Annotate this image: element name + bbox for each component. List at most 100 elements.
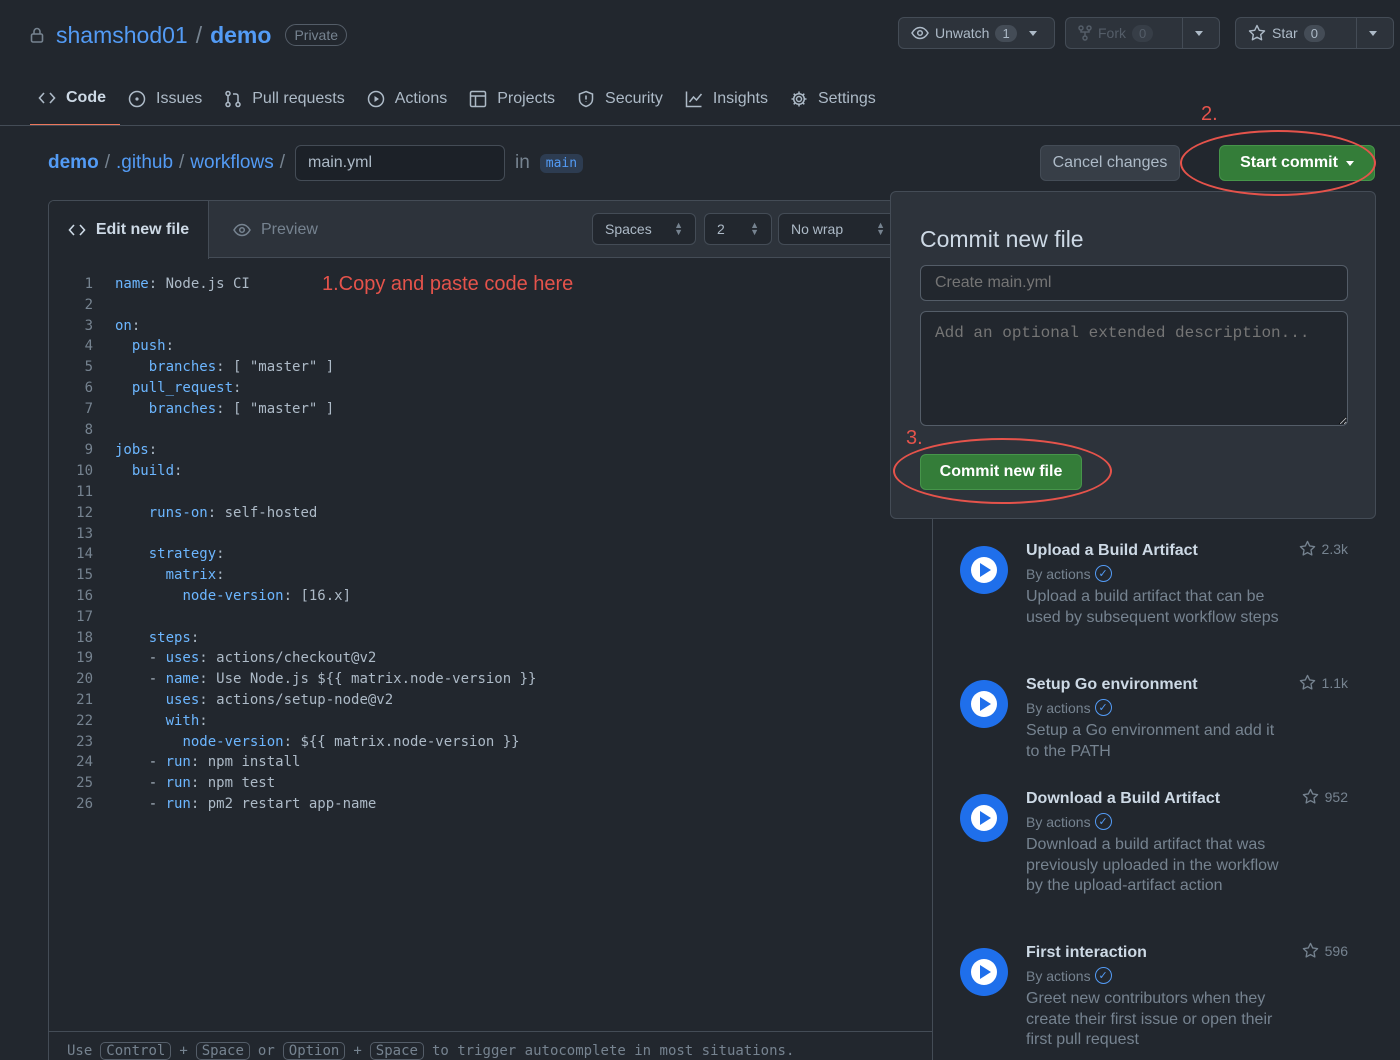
breadcrumb-workflows-link[interactable]: workflows bbox=[190, 152, 273, 174]
star-count: 596 bbox=[1324, 942, 1348, 959]
tab-security[interactable]: Security bbox=[569, 78, 677, 120]
wrap-mode-value: No wrap bbox=[791, 221, 844, 237]
star-icon bbox=[1302, 788, 1318, 804]
hint-text: to trigger autocomplete in most situatio… bbox=[431, 1043, 795, 1059]
fork-button[interactable]: Fork 0 bbox=[1066, 18, 1182, 48]
fork-button-group: Fork 0 bbox=[1065, 17, 1220, 49]
play-icon bbox=[367, 90, 384, 108]
code-icon bbox=[38, 92, 56, 104]
line-number: 11 bbox=[76, 484, 93, 500]
action-stars: 2.3k bbox=[1299, 540, 1348, 557]
line-number: 16 bbox=[76, 588, 93, 604]
line-number: 17 bbox=[76, 608, 93, 625]
action-stars: 952 bbox=[1302, 788, 1348, 805]
select-arrows-icon: ▲ ▼ bbox=[876, 220, 885, 237]
tab-insights[interactable]: Insights bbox=[677, 78, 782, 120]
action-description: Greet new contributors when they create … bbox=[1026, 990, 1273, 1048]
filename-input[interactable] bbox=[294, 145, 505, 181]
tab-label: Pull requests bbox=[252, 90, 345, 107]
line-number: 3 bbox=[84, 317, 93, 334]
action-title[interactable]: Download a Build Artifact bbox=[1026, 790, 1220, 808]
line-number: 13 bbox=[76, 525, 93, 542]
commit-description-textarea[interactable] bbox=[920, 311, 1348, 426]
repo-header: shamshod01 / demo Private bbox=[30, 18, 348, 52]
indent-mode-select[interactable]: Spaces ▲ ▼ bbox=[592, 213, 696, 245]
eye-icon bbox=[233, 223, 251, 236]
tab-projects[interactable]: Projects bbox=[461, 78, 569, 120]
tab-settings[interactable]: Settings bbox=[782, 78, 890, 120]
tab-preview[interactable]: Preview bbox=[233, 201, 318, 258]
unwatch-button[interactable]: Unwatch 1 bbox=[899, 18, 1049, 48]
star-dropdown[interactable] bbox=[1356, 18, 1389, 48]
code-line: with: bbox=[165, 712, 208, 729]
breadcrumb-slash: / bbox=[104, 152, 110, 173]
line-number: 26 bbox=[76, 796, 93, 812]
line-number: 1 bbox=[84, 276, 93, 292]
indent-size-value: 2 bbox=[717, 221, 725, 237]
cancel-changes-button[interactable]: Cancel changes bbox=[1040, 145, 1180, 181]
action-title[interactable]: First interaction bbox=[1026, 944, 1147, 962]
line-number: 9 bbox=[84, 442, 93, 459]
action-description: Download a build artifact that was previ… bbox=[1026, 836, 1279, 894]
branch-prefix: in bbox=[514, 152, 530, 173]
code-editor: Edit new file Preview Spaces ▲ ▼ 2 ▲ ▼ No … bbox=[48, 200, 933, 1060]
verified-icon: ✓ bbox=[1094, 813, 1112, 830]
tab-actions[interactable]: Actions bbox=[359, 78, 461, 120]
line-number: 23 bbox=[76, 733, 93, 750]
breadcrumb-repo-link[interactable]: demo bbox=[48, 152, 99, 174]
select-arrows-icon: ▲ ▼ bbox=[674, 220, 683, 237]
code-line: runs-on: self-hosted bbox=[148, 504, 318, 521]
gear-icon bbox=[791, 91, 807, 107]
commit-summary-input[interactable] bbox=[920, 265, 1348, 301]
tab-pull-requests[interactable]: Pull requests bbox=[216, 78, 359, 120]
chevron-down-icon bbox=[1028, 30, 1037, 36]
tab-edit-file[interactable]: Edit new file bbox=[49, 201, 209, 259]
line-number: 6 bbox=[84, 380, 93, 396]
line-number: 5 bbox=[84, 359, 93, 376]
eye-icon bbox=[911, 26, 929, 40]
line-number: 24 bbox=[76, 754, 93, 771]
star-icon bbox=[1302, 942, 1318, 958]
kbd-option: Option bbox=[282, 1042, 346, 1060]
star-button[interactable]: Star 0 bbox=[1236, 18, 1356, 48]
tab-code[interactable]: Code bbox=[30, 78, 120, 126]
author-text: By actions bbox=[1026, 967, 1091, 984]
indent-size-select[interactable]: 2 ▲ ▼ bbox=[704, 213, 772, 245]
author-text: By actions bbox=[1026, 699, 1091, 716]
breadcrumb-github-link[interactable]: .github bbox=[116, 152, 173, 174]
tab-label: Projects bbox=[497, 90, 556, 107]
kbd-space: Space bbox=[369, 1042, 424, 1060]
wrap-mode-select[interactable]: No wrap ▲ ▼ bbox=[778, 213, 898, 245]
code-line: push: bbox=[131, 338, 175, 355]
code-line: node-version: [16.x] bbox=[182, 588, 352, 604]
action-play-icon bbox=[960, 680, 1008, 728]
action-stars: 1.1k bbox=[1299, 674, 1348, 691]
verified-icon: ✓ bbox=[1094, 967, 1112, 984]
issue-icon bbox=[128, 90, 146, 108]
action-title[interactable]: Upload a Build Artifact bbox=[1026, 542, 1198, 560]
branch-name: main bbox=[539, 153, 584, 173]
hint-plus: + bbox=[353, 1043, 362, 1059]
tab-issues[interactable]: Issues bbox=[120, 78, 216, 120]
autocomplete-hint: Use Control + Space or Option + Space to… bbox=[67, 1042, 794, 1060]
repo-owner-link[interactable]: shamshod01 bbox=[56, 22, 188, 49]
author-text: By actions bbox=[1026, 813, 1091, 830]
select-arrows-icon: ▲ ▼ bbox=[750, 220, 759, 237]
tab-label: Issues bbox=[156, 90, 203, 107]
action-title[interactable]: Setup Go environment bbox=[1026, 676, 1198, 694]
code-icon bbox=[68, 224, 86, 236]
line-number: 15 bbox=[76, 567, 93, 584]
code-line: steps: bbox=[148, 629, 200, 646]
line-number: 19 bbox=[76, 650, 93, 667]
repo-slash: / bbox=[195, 21, 203, 48]
action-author: By actions ✓ bbox=[1026, 813, 1112, 830]
star-icon bbox=[1299, 674, 1315, 690]
annotation-step-3: 3. bbox=[906, 427, 923, 449]
fork-dropdown[interactable] bbox=[1182, 18, 1215, 48]
hint-text: Use bbox=[67, 1043, 93, 1059]
annotation-ring-start-commit bbox=[1180, 130, 1376, 196]
repo-name-link[interactable]: demo bbox=[210, 22, 271, 49]
line-number: 22 bbox=[76, 712, 93, 729]
breadcrumb: demo / .github / workflows / in main bbox=[48, 145, 584, 181]
code-line: branches: [ "master" ] bbox=[148, 359, 335, 376]
